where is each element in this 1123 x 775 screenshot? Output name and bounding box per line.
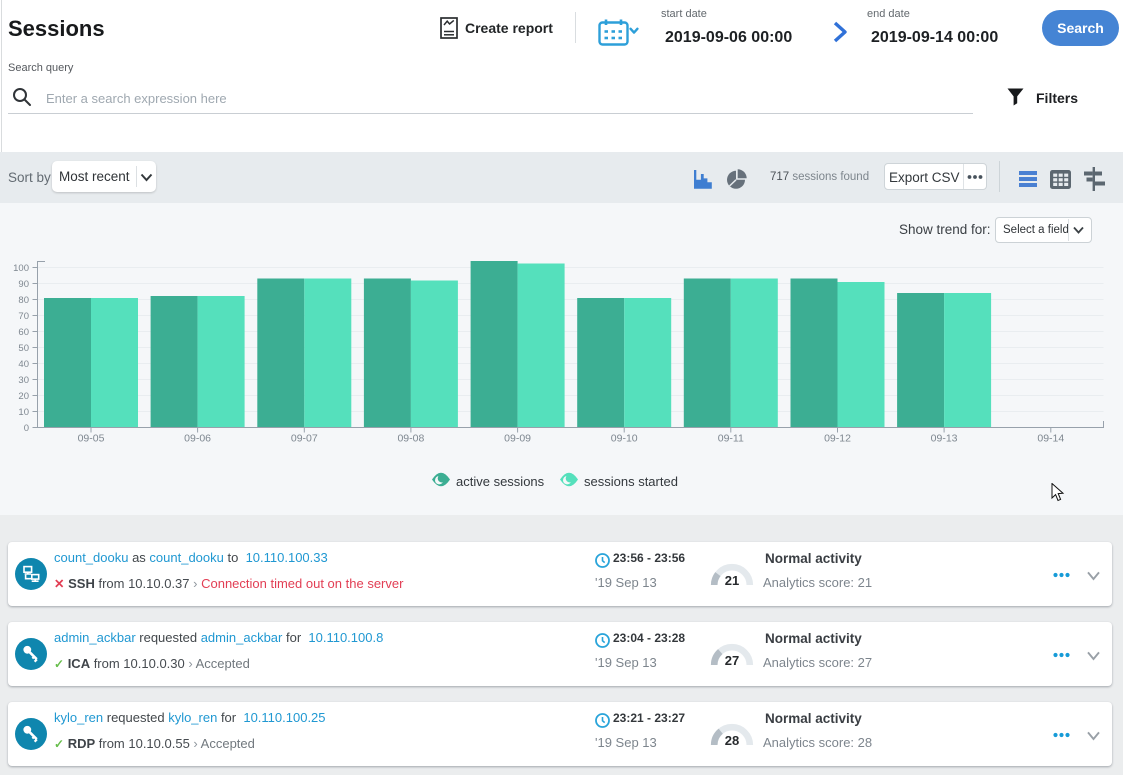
svg-text:50: 50	[18, 343, 29, 354]
svg-text:21: 21	[725, 573, 739, 586]
svg-text:80: 80	[18, 295, 29, 306]
svg-text:09-09: 09-09	[504, 433, 531, 445]
svg-text:40: 40	[18, 359, 29, 370]
svg-text:09-06: 09-06	[184, 433, 211, 445]
svg-text:09-08: 09-08	[397, 433, 424, 445]
svg-text:09-13: 09-13	[931, 433, 958, 445]
svg-text:30: 30	[18, 375, 29, 386]
svg-text:09-12: 09-12	[824, 433, 851, 445]
svg-text:60: 60	[18, 327, 29, 338]
svg-text:0: 0	[24, 423, 29, 434]
svg-text:90: 90	[18, 279, 29, 290]
svg-text:27: 27	[725, 653, 739, 666]
svg-text:100: 100	[13, 263, 29, 274]
svg-text:09-11: 09-11	[718, 433, 744, 445]
svg-text:09-14: 09-14	[1037, 433, 1064, 445]
svg-text:09-10: 09-10	[611, 433, 638, 445]
svg-text:10: 10	[18, 407, 29, 418]
svg-text:70: 70	[18, 311, 29, 322]
svg-text:28: 28	[725, 733, 739, 746]
svg-text:09-05: 09-05	[78, 433, 105, 445]
svg-text:20: 20	[18, 391, 29, 402]
svg-text:09-07: 09-07	[291, 433, 318, 445]
